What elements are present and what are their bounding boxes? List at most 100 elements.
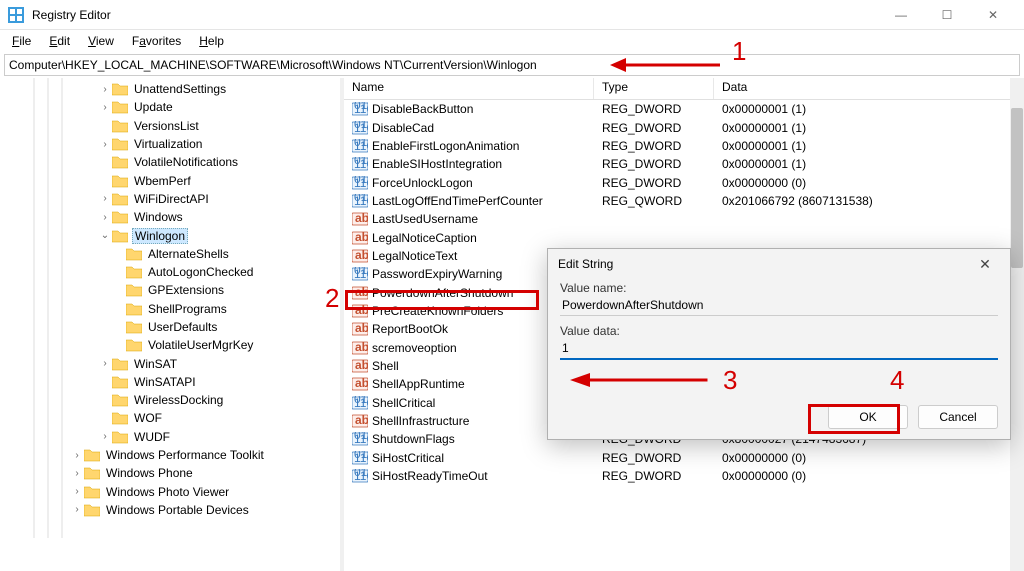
- reg-binary-icon: [350, 121, 370, 135]
- chevron-right-icon[interactable]: ›: [70, 468, 84, 479]
- tree-item-wifidirectapi[interactable]: ›WiFiDirectAPI: [0, 190, 340, 208]
- folder-icon: [112, 155, 128, 169]
- close-button[interactable]: ✕: [970, 0, 1016, 30]
- tree-item-windows-photo-viewer[interactable]: › Windows Photo Viewer: [0, 483, 340, 501]
- menu-edit[interactable]: Edit: [41, 32, 78, 50]
- tree-item-virtualization[interactable]: ›Virtualization: [0, 135, 340, 153]
- value-row[interactable]: ForceUnlockLogonREG_DWORD0x00000000 (0): [344, 173, 1024, 191]
- reg-string-icon: [350, 212, 370, 226]
- folder-icon: [112, 119, 128, 133]
- window-title: Registry Editor: [32, 8, 878, 22]
- tree-item-label: UserDefaults: [146, 320, 219, 334]
- tree-pane[interactable]: ›UnattendSettings›UpdateVersionsList›Vir…: [0, 78, 340, 571]
- tree-item-shellprograms[interactable]: ShellPrograms: [0, 300, 340, 318]
- reg-string-icon: [350, 377, 370, 391]
- reg-string-icon: [350, 414, 370, 428]
- chevron-right-icon[interactable]: ›: [98, 358, 112, 369]
- list-header[interactable]: Name Type Data: [344, 78, 1024, 100]
- menu-file[interactable]: File: [4, 32, 39, 50]
- menu-favorites[interactable]: Favorites: [124, 32, 189, 50]
- value-type: REG_DWORD: [594, 139, 714, 153]
- tree-item-autologonchecked[interactable]: AutoLogonChecked: [0, 263, 340, 281]
- ok-button[interactable]: OK: [828, 405, 908, 429]
- value-name: LastLogOffEndTimePerfCounter: [370, 194, 594, 208]
- value-data-input[interactable]: [560, 338, 998, 360]
- tree-item-windows-performance-toolkit[interactable]: ›Windows Performance Toolkit: [0, 446, 340, 464]
- reg-binary-icon: [350, 194, 370, 208]
- column-type[interactable]: Type: [594, 78, 714, 99]
- chevron-down-icon[interactable]: ⌄: [98, 230, 112, 241]
- folder-icon: [84, 448, 100, 462]
- tree-item-volatileusermgrkey[interactable]: VolatileUserMgrKey: [0, 336, 340, 354]
- tree-item-wirelessdocking[interactable]: WirelessDocking: [0, 391, 340, 409]
- chevron-right-icon[interactable]: ›: [98, 431, 112, 442]
- tree-item-label: AlternateShells: [146, 247, 231, 261]
- tree-item-versionslist[interactable]: VersionsList: [0, 117, 340, 135]
- tree-item-alternateshells[interactable]: AlternateShells: [0, 245, 340, 263]
- value-row[interactable]: LastUsedUsername: [344, 210, 1024, 228]
- chevron-right-icon[interactable]: ›: [98, 84, 112, 95]
- value-row[interactable]: EnableSIHostIntegrationREG_DWORD0x000000…: [344, 155, 1024, 173]
- value-row[interactable]: DisableCadREG_DWORD0x00000001 (1): [344, 118, 1024, 136]
- value-name-field: PowerdownAfterShutdown: [560, 295, 998, 316]
- value-name: LegalNoticeCaption: [370, 231, 594, 245]
- reg-binary-icon: [350, 469, 370, 483]
- folder-icon: [112, 174, 128, 188]
- column-name[interactable]: Name: [344, 78, 594, 99]
- value-type: REG_DWORD: [594, 176, 714, 190]
- folder-icon: [126, 302, 142, 316]
- column-data[interactable]: Data: [714, 78, 1024, 99]
- tree-item-winsatapi[interactable]: WinSATAPI: [0, 373, 340, 391]
- menu-view[interactable]: View: [80, 32, 122, 50]
- value-row[interactable]: DisableBackButtonREG_DWORD0x00000001 (1): [344, 100, 1024, 118]
- value-row[interactable]: SiHostReadyTimeOutREG_DWORD0x00000000 (0…: [344, 467, 1024, 485]
- tree-item-gpextensions[interactable]: GPExtensions: [0, 281, 340, 299]
- app-icon: [8, 7, 24, 23]
- tree-item-wof[interactable]: WOF: [0, 409, 340, 427]
- tree-item-volatilenotifications[interactable]: VolatileNotifications: [0, 153, 340, 171]
- value-row[interactable]: LastLogOffEndTimePerfCounterREG_QWORD0x2…: [344, 192, 1024, 210]
- tree-item-label: GPExtensions: [146, 283, 226, 297]
- menu-help[interactable]: Help: [191, 32, 232, 50]
- reg-string-icon: [350, 322, 370, 336]
- value-name: EnableSIHostIntegration: [370, 157, 594, 171]
- maximize-button[interactable]: ☐: [924, 0, 970, 30]
- chevron-right-icon[interactable]: ›: [98, 139, 112, 150]
- scrollbar-thumb[interactable]: [1011, 108, 1023, 268]
- tree-item-windows[interactable]: ›Windows: [0, 208, 340, 226]
- chevron-right-icon[interactable]: ›: [98, 193, 112, 204]
- folder-icon: [112, 137, 128, 151]
- tree-item-label: Windows Phone: [104, 466, 195, 480]
- chevron-right-icon[interactable]: ›: [70, 504, 84, 515]
- folder-icon: [112, 430, 128, 444]
- tree-item-wbemperf[interactable]: WbemPerf: [0, 171, 340, 189]
- tree-item-windows-portable-devices[interactable]: ›Windows Portable Devices: [0, 501, 340, 519]
- chevron-right-icon[interactable]: ›: [70, 486, 84, 497]
- value-name: DisableBackButton: [370, 102, 594, 116]
- chevron-right-icon[interactable]: ›: [98, 212, 112, 223]
- tree-item-wudf[interactable]: ›WUDF: [0, 428, 340, 446]
- reg-string-icon: [350, 286, 370, 300]
- chevron-right-icon[interactable]: ›: [98, 102, 112, 113]
- chevron-right-icon[interactable]: ›: [70, 450, 84, 461]
- dialog-titlebar[interactable]: Edit String ✕: [548, 249, 1010, 279]
- cancel-button[interactable]: Cancel: [918, 405, 998, 429]
- value-row[interactable]: EnableFirstLogonAnimationREG_DWORD0x0000…: [344, 137, 1024, 155]
- address-bar[interactable]: [4, 54, 1020, 76]
- tree-item-update[interactable]: ›Update: [0, 98, 340, 116]
- value-row[interactable]: LegalNoticeCaption: [344, 228, 1024, 246]
- value-data: 0x00000000 (0): [714, 469, 1024, 483]
- tree-item-unattendsettings[interactable]: ›UnattendSettings: [0, 80, 340, 98]
- address-input[interactable]: [9, 58, 1015, 72]
- reg-binary-icon: [350, 451, 370, 465]
- value-name: SiHostReadyTimeOut: [370, 469, 594, 483]
- tree-item-userdefaults[interactable]: UserDefaults: [0, 318, 340, 336]
- value-row[interactable]: SiHostCriticalREG_DWORD0x00000000 (0): [344, 449, 1024, 467]
- tree-item-winsat[interactable]: ›WinSAT: [0, 354, 340, 372]
- minimize-button[interactable]: —: [878, 0, 924, 30]
- dialog-close-button[interactable]: ✕: [970, 249, 1000, 279]
- tree-item-windows-phone[interactable]: › Windows Phone: [0, 464, 340, 482]
- list-scrollbar[interactable]: [1010, 78, 1024, 571]
- tree-item-winlogon[interactable]: ⌄Winlogon: [0, 226, 340, 244]
- tree-item-label: Windows Photo Viewer: [104, 485, 231, 499]
